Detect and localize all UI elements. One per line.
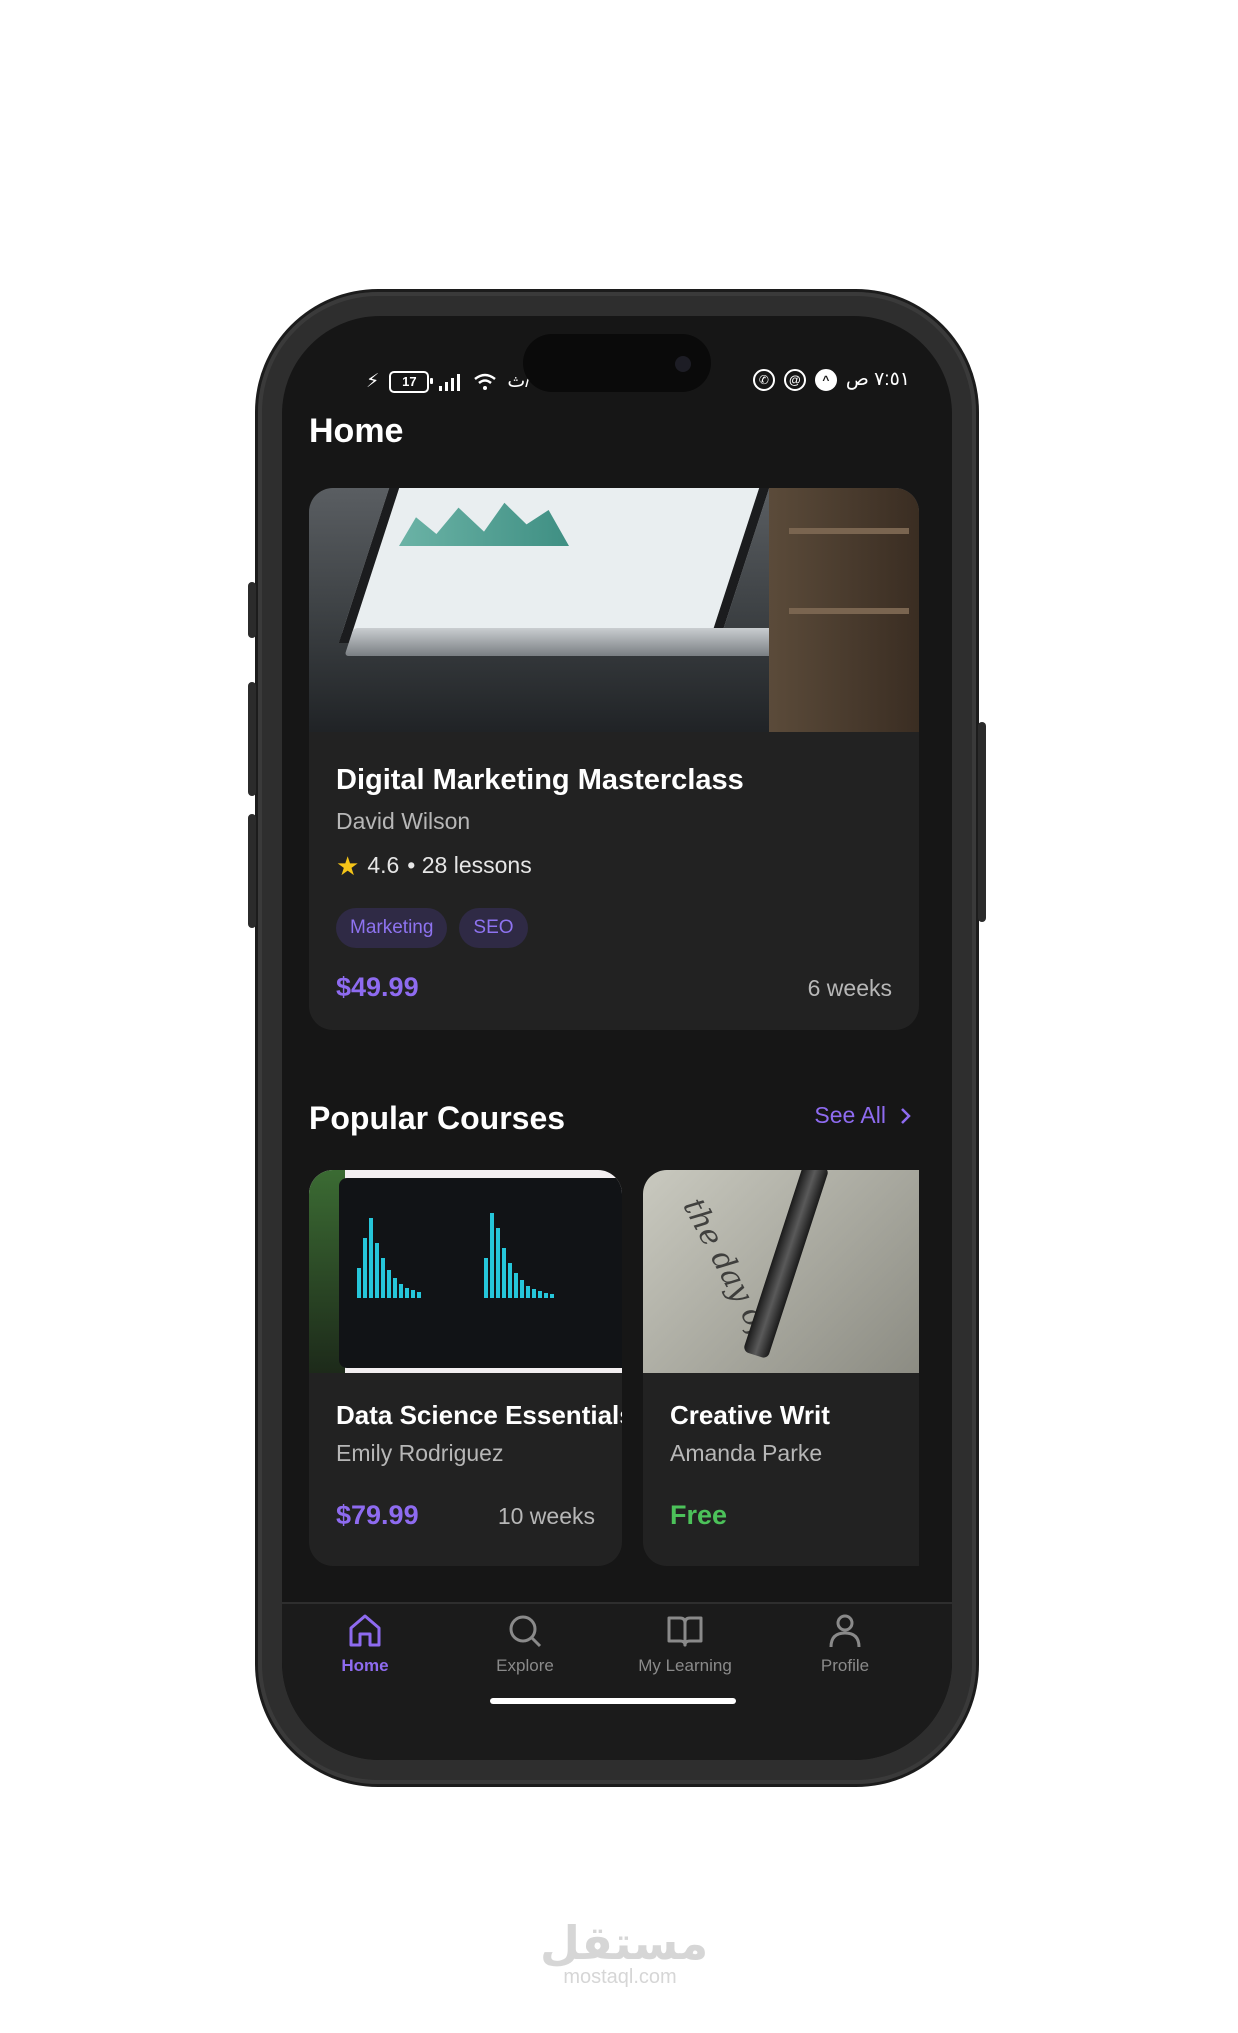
- nav-profile[interactable]: Profile: [775, 1612, 915, 1676]
- watermark-logo: مستقل mostaql.com: [540, 1917, 709, 1989]
- tag-marketing[interactable]: Marketing: [336, 908, 448, 948]
- laptop-base: [344, 628, 824, 656]
- nav-my-learning[interactable]: My Learning: [615, 1612, 755, 1676]
- nav-explore[interactable]: Explore: [455, 1612, 595, 1676]
- featured-course-card[interactable]: Digital Marketing Masterclass David Wils…: [309, 488, 919, 1030]
- course-title: Creative Writ: [670, 1400, 830, 1430]
- course-title: Digital Marketing Masterclass: [336, 764, 744, 796]
- nav-label: Home: [341, 1656, 389, 1675]
- histogram-illustration: [484, 1213, 554, 1298]
- book-icon: [667, 1616, 703, 1647]
- volume-up-button: [248, 682, 256, 796]
- phone-frame: ⚡ 17 ث/ ✆ @ ^ ٧:٥١ ص Home Digital Market…: [248, 292, 986, 1784]
- power-button: [978, 722, 986, 922]
- app-notification-icon: ^: [814, 368, 837, 391]
- signal-icon: [439, 373, 461, 391]
- section-title: Popular Courses: [309, 1100, 566, 1136]
- dynamic-island: [523, 334, 711, 392]
- user-icon: [829, 1614, 861, 1648]
- course-author: Emily Rodriguez: [336, 1440, 504, 1466]
- whatsapp-icon: ✆: [752, 368, 775, 391]
- home-icon: [349, 1614, 381, 1647]
- tag-list: Marketing SEO: [336, 908, 528, 948]
- course-thumbnail: the day of: [643, 1170, 919, 1373]
- tag-seo[interactable]: SEO: [459, 908, 528, 948]
- status-bar-right: ✆ @ ^ ٧:٥١ ص: [752, 368, 910, 391]
- monitor-illustration: [339, 1178, 622, 1368]
- see-all-label: See All: [814, 1102, 886, 1128]
- charging-icon: ⚡: [366, 371, 380, 392]
- course-thumbnail: [309, 1170, 622, 1373]
- course-duration: 10 weeks: [497, 1503, 595, 1529]
- nav-label: Profile: [820, 1656, 870, 1675]
- pen-illustration: [742, 1170, 830, 1360]
- course-card-creative-writing[interactable]: the day of Creative Writ Amanda Parke Fr…: [643, 1170, 919, 1566]
- laptop-illustration: [338, 488, 770, 643]
- nav-home[interactable]: Home: [295, 1612, 435, 1676]
- wifi-icon: [474, 373, 497, 390]
- see-all-link[interactable]: See All: [814, 1102, 912, 1129]
- action-button: [248, 582, 256, 638]
- battery-icon: 17: [389, 370, 434, 393]
- volume-down-button: [248, 814, 256, 928]
- nav-label: My Learning: [638, 1656, 732, 1675]
- course-card-data-science[interactable]: Data Science Essentials Emily Rodriguez …: [309, 1170, 622, 1566]
- nav-label: Explore: [496, 1656, 554, 1675]
- star-icon: ★: [336, 850, 360, 881]
- app-screen: ⚡ 17 ث/ ✆ @ ^ ٧:٥١ ص Home Digital Market…: [282, 316, 952, 1760]
- course-author: Amanda Parke: [670, 1440, 823, 1466]
- battery-level: 17: [402, 374, 417, 389]
- bottom-nav: Home Explore My Learning Profile: [282, 1602, 952, 1760]
- course-price: $79.99: [336, 1500, 419, 1530]
- course-price: Free: [670, 1500, 728, 1530]
- course-duration: 6 weeks: [807, 975, 892, 1001]
- home-indicator[interactable]: [490, 1698, 736, 1704]
- watermark-arabic: مستقل: [540, 1917, 709, 1969]
- chevron-right-icon: [901, 1107, 911, 1124]
- course-title: Data Science Essentials: [336, 1400, 622, 1430]
- course-price: $49.99: [336, 972, 419, 1002]
- watermark-latin: mostaql.com: [563, 1966, 677, 1988]
- search-icon: [509, 1615, 542, 1648]
- course-thumbnail: [309, 488, 919, 732]
- course-meta: ★ 4.6 • 28 lessons: [336, 852, 532, 879]
- notification-icon: @: [783, 368, 806, 391]
- histogram-illustration: [357, 1218, 421, 1298]
- course-rating: 4.6: [367, 852, 400, 878]
- page-title: Home: [309, 412, 404, 450]
- course-author: David Wilson: [336, 808, 471, 834]
- camera-icon: [675, 356, 691, 372]
- status-bar-left: ⚡ 17 ث/: [366, 370, 531, 393]
- shelf-background: [769, 488, 919, 732]
- course-lessons: • 28 lessons: [407, 852, 532, 878]
- clock: ٧:٥١ ص: [845, 369, 910, 390]
